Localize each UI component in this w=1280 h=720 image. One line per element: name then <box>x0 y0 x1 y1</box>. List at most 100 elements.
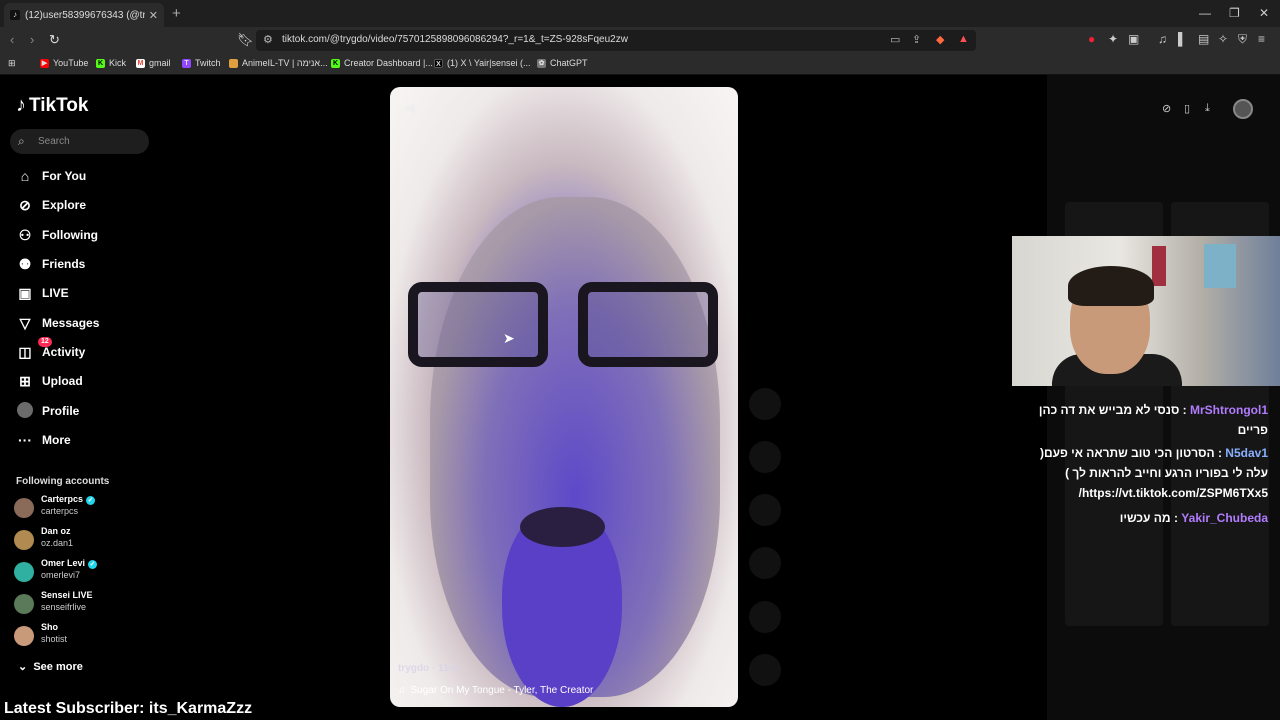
upload-icon: ⊞ <box>19 372 31 389</box>
bookmark-gmail[interactable]: Mgmail <box>136 58 171 68</box>
bookmark-label: ChatGPT <box>550 58 588 68</box>
following-account[interactable]: Sensei LIVE senseifrlive <box>14 590 154 618</box>
sound-disc-button[interactable] <box>749 654 781 686</box>
bookmark-icon[interactable]: 🔖︎ <box>237 32 254 48</box>
close-window-icon[interactable]: ✕ <box>1259 6 1269 20</box>
bookmark-x[interactable]: X (1) X \ Yair|sensei (... <box>434 58 531 68</box>
download-icon[interactable]: ⤓ <box>1205 102 1210 115</box>
apps-icon[interactable]: ⊞ <box>8 58 16 69</box>
nav-friends[interactable]: ⚉ Friends <box>16 254 86 274</box>
close-tab-icon[interactable]: ✕ <box>149 9 158 22</box>
wall-poster <box>1204 244 1236 288</box>
chevron-down-icon: ⌄ <box>18 661 28 673</box>
nav-more[interactable]: ··· More <box>16 430 71 450</box>
chat-user: N5dav1 <box>1225 446 1268 460</box>
new-tab-icon[interactable]: + <box>172 5 181 22</box>
following-icon: ⚇ <box>18 226 32 243</box>
nav-label: Upload <box>42 374 83 388</box>
bookmark-twitch[interactable]: T Twitch <box>182 58 221 68</box>
device-icon[interactable]: ▯ <box>1184 102 1190 115</box>
kick-icon: K <box>96 58 105 68</box>
cast-icon[interactable]: ▭ <box>890 33 900 46</box>
account-name: Sho <box>41 622 58 632</box>
reader-icon[interactable]: ▣ <box>1128 32 1139 46</box>
menu-icon[interactable]: ≡ <box>1258 32 1265 46</box>
search-icon: ⌕ <box>18 134 25 148</box>
bookmark-button[interactable] <box>749 494 781 526</box>
avatar <box>14 562 34 582</box>
address-bar[interactable]: ⚙ tiktok.com/@trygdo/video/7570125898096… <box>256 30 976 51</box>
following-account[interactable]: Sho shotist <box>14 622 154 650</box>
nav-label: Messages <box>42 316 100 330</box>
wall-poster <box>1152 246 1166 286</box>
nav-messages[interactable]: ▽ Messages <box>16 313 100 333</box>
search-input[interactable]: ⌕ Search <box>10 129 149 154</box>
browser-nav-bar: ‹ › ↻ 🔖︎ ⚙ tiktok.com/@trygdo/video/7570… <box>0 27 1280 53</box>
extension-record-icon[interactable]: ● <box>1088 32 1095 46</box>
minimize-icon[interactable]: — <box>1199 6 1211 20</box>
like-button[interactable] <box>749 388 781 420</box>
following-account[interactable]: Omer Levi ✓ omerlevi7 <box>14 558 154 586</box>
extensions-icon[interactable]: ✦ <box>1108 32 1118 46</box>
chat-message: N5dav1 : הסרטון הכי טוב שתראה אי פעם( על… <box>1039 446 1268 500</box>
nav-following[interactable]: ⚇ Following <box>16 225 98 245</box>
video-player[interactable]: ◀ trygdo · 11-8 ♫ Sugar On My Tongue - Ty… <box>390 87 738 707</box>
back-icon[interactable]: ‹ <box>10 32 14 47</box>
bookmark-label: AnimeIL-TV | אנימה... <box>242 58 328 68</box>
wallet-icon[interactable]: ▤ <box>1198 32 1209 46</box>
restore-icon[interactable]: ❐ <box>1229 6 1240 20</box>
nav-label: Explore <box>42 198 87 212</box>
video-music[interactable]: ♫ Sugar On My Tongue - Tyler, The Creator <box>398 685 593 696</box>
reload-icon[interactable]: ↻ <box>49 32 60 48</box>
logo-text: TikTok <box>29 94 89 116</box>
nav-for-you[interactable]: ⌂ For You <box>16 166 86 186</box>
bookmark-animeil[interactable]: AnimeIL-TV | אנימה... <box>229 58 328 68</box>
kick-icon: K <box>331 58 340 68</box>
avatar <box>14 498 34 518</box>
sidebar-icon[interactable]: ▌ <box>1178 32 1187 46</box>
bookmark-chatgpt[interactable]: ✿ ChatGPT <box>537 58 588 68</box>
account-handle: senseifrlive <box>41 602 87 612</box>
browser-tab[interactable]: ♪ (12)user58399676343 (@tryg ✕ <box>4 3 164 27</box>
youtube-icon: ▶ <box>40 58 49 68</box>
bookmark-youtube[interactable]: ▶ YouTube <box>40 58 88 68</box>
brave-shield-icon[interactable]: ◆ <box>936 33 944 46</box>
webcam-overlay <box>1012 236 1280 386</box>
chat-text: מה עכשיו <box>1119 511 1171 525</box>
nav-upload[interactable]: ⊞ Upload <box>16 371 83 391</box>
nav-activity[interactable]: ◫ 12 Activity <box>16 337 85 362</box>
share-button[interactable] <box>749 547 781 579</box>
brave-rewards-icon[interactable]: ▲ <box>958 33 969 45</box>
forward-icon[interactable]: › <box>30 32 34 47</box>
bookmark-creator-dashboard[interactable]: K Creator Dashboard |... <box>331 58 433 68</box>
more-actions-button[interactable] <box>749 601 781 633</box>
account-handle: oz.dan1 <box>41 538 74 548</box>
profile-icon <box>16 401 34 421</box>
right-panel <box>1047 75 1280 720</box>
bookmark-label: Twitch <box>195 58 221 68</box>
nav-profile[interactable]: Profile <box>16 401 79 421</box>
url-text[interactable]: tiktok.com/@trygdo/video/757012589809608… <box>282 34 628 45</box>
following-account[interactable]: Dan oz oz.dan1 <box>14 526 154 554</box>
chatgpt-icon: ✿ <box>537 58 546 68</box>
following-account[interactable]: Carterpcs ✓ carterpcs <box>14 494 154 522</box>
lens-left <box>408 282 548 367</box>
bookmark-label: gmail <box>149 58 171 68</box>
latest-subscriber: Latest Subscriber: its_KarmaZzz <box>4 700 253 717</box>
media-icon[interactable]: ♫ <box>1158 32 1167 46</box>
comment-button[interactable] <box>749 441 781 473</box>
account-handle: shotist <box>41 634 68 644</box>
vpn-icon[interactable]: ⛨ <box>1238 32 1247 47</box>
bookmark-kick[interactable]: K Kick <box>96 58 126 68</box>
user-avatar[interactable] <box>1233 99 1253 119</box>
site-info-icon[interactable]: ⚙ <box>263 33 273 46</box>
friends-icon: ⚉ <box>18 255 32 272</box>
volume-icon[interactable]: ◀ <box>404 99 415 116</box>
leo-ai-icon[interactable]: ✧ <box>1218 32 1228 46</box>
tiktok-logo[interactable]: ♪ TikTok <box>16 94 88 117</box>
see-more-button[interactable]: ⌄ See more <box>18 660 83 673</box>
share-icon[interactable]: ⇪ <box>912 33 921 46</box>
nav-explore[interactable]: ⊘ Explore <box>16 195 86 215</box>
explore-icon[interactable]: ⊘ <box>1162 102 1171 115</box>
nav-live[interactable]: ▣ LIVE <box>16 283 68 303</box>
